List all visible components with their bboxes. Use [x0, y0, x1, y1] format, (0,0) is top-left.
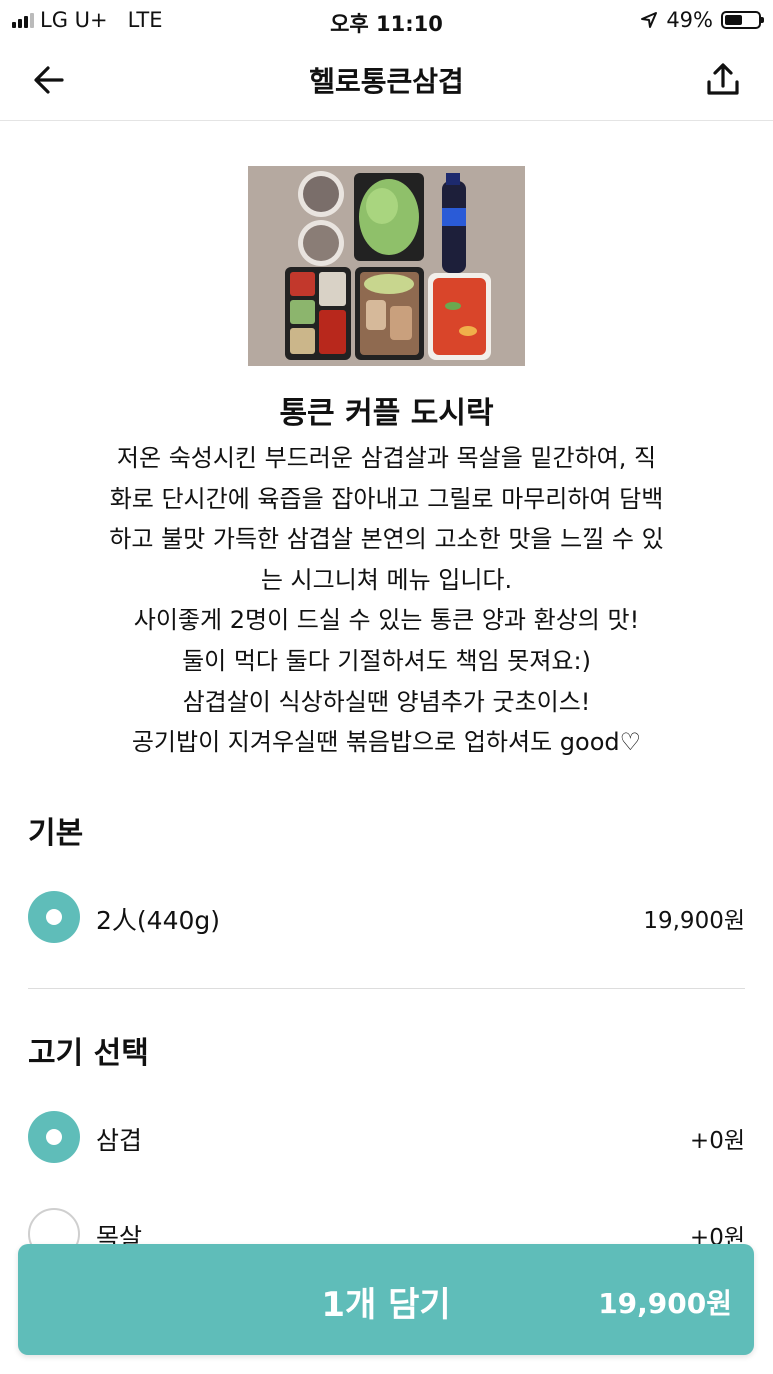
option-meat-samgyeop[interactable]: 삼겹 +0원 — [28, 1111, 745, 1165]
battery-percent: 49% — [666, 8, 713, 32]
menu-name: 통큰 커플 도시락 — [279, 396, 494, 431]
menu-description: 저온 숙성시킨 부드러운 삼겹살과 목살을 밑간하여, 직 화로 단시간에 육즙… — [50, 438, 723, 763]
menu-photo — [248, 166, 525, 366]
radio-selected-icon[interactable] — [28, 1111, 80, 1163]
section-title-meat: 고기 선택 — [28, 1036, 149, 1071]
radio-selected-icon[interactable] — [28, 891, 80, 943]
share-button[interactable] — [701, 58, 745, 102]
option-price: +0원 — [689, 1128, 745, 1154]
option-label: 삼겹 — [96, 1126, 143, 1155]
battery-icon — [721, 11, 764, 29]
description-line: 둘이 먹다 둘다 기절하셔도 책임 못져요:) — [182, 646, 591, 675]
section-title-basic: 기본 — [28, 816, 84, 851]
nav-bar: 헬로통큰삼겹 — [0, 40, 773, 121]
share-icon — [707, 63, 739, 95]
page-title: 헬로통큰삼겹 — [309, 65, 464, 98]
add-to-cart-button[interactable]: 1개 담기 19,900원 — [18, 1244, 754, 1355]
location-arrow-icon — [641, 12, 658, 28]
status-right: 49% — [640, 8, 764, 32]
status-bar: LG U+ LTE 오후 11:10 49% — [0, 0, 773, 40]
description-line: 화로 단시간에 육즙을 잡아내고 그릴로 마무리하여 담백 — [109, 484, 664, 513]
section-divider — [28, 988, 745, 989]
cart-total-price: 19,900원 — [598, 1287, 732, 1320]
option-price: 19,900원 — [643, 908, 745, 934]
description-line: 사이좋게 2명이 드실 수 있는 통큰 양과 환상의 맛! — [133, 606, 640, 635]
description-line: 저온 숙성시킨 부드러운 삼겹살과 목살을 밑간하여, 직 — [116, 444, 657, 472]
description-line: 하고 불맛 가득한 삼겹살 본연의 고소한 맛을 느낄 수 있 — [109, 525, 664, 554]
description-line: 공기밥이 지겨우실땐 볶음밥으로 업하셔도 good♡ — [131, 728, 642, 757]
description-line: 삼겹살이 식상하실땐 양념추가 굿초이스! — [182, 687, 591, 716]
option-basic-2p[interactable]: 2人(440g) 19,900원 — [28, 891, 745, 945]
option-label: 2人(440g) — [96, 906, 220, 935]
description-line: 는 시그니쳐 메뉴 입니다. — [260, 565, 513, 594]
